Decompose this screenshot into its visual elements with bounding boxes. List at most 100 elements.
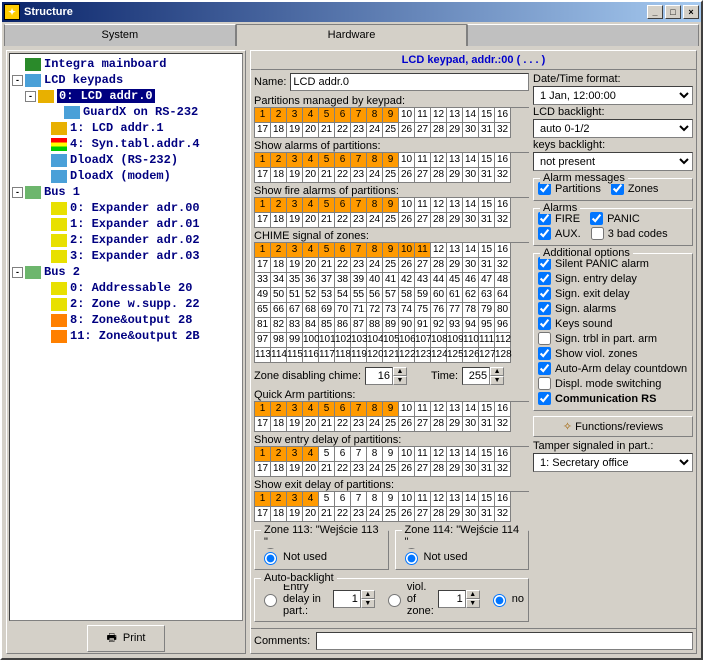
grid-cell[interactable]: 11 <box>415 402 431 417</box>
grid-cell[interactable]: 32 <box>495 417 511 432</box>
grid-cell[interactable]: 124 <box>431 348 447 363</box>
grid-cell[interactable]: 6 <box>335 492 351 507</box>
grid-cell[interactable]: 23 <box>351 462 367 477</box>
grid-cell[interactable]: 6 <box>335 153 351 168</box>
grid-cell[interactable]: 25 <box>383 213 399 228</box>
grid-cell[interactable]: 11 <box>415 108 431 123</box>
tree-node[interactable]: 8: Zone&output 28 <box>10 312 242 328</box>
grid-cell[interactable]: 1 <box>255 492 271 507</box>
grid-cell[interactable]: 5 <box>319 402 335 417</box>
grid-cell[interactable]: 68 <box>303 303 319 318</box>
grid-cell[interactable]: 16 <box>495 492 511 507</box>
grid-cell[interactable]: 32 <box>495 168 511 183</box>
grid-cell[interactable]: 95 <box>479 318 495 333</box>
grid-cell[interactable]: 14 <box>463 402 479 417</box>
grid-cell[interactable]: 4 <box>303 108 319 123</box>
grid-cell[interactable]: 9 <box>383 198 399 213</box>
grid-cell[interactable]: 5 <box>319 108 335 123</box>
tree-node[interactable]: GuardX on RS-232 <box>10 104 242 120</box>
autobl-no[interactable]: no <box>488 591 524 607</box>
grid-cell[interactable]: 106 <box>399 333 415 348</box>
tree-node[interactable]: 1: Expander adr.01 <box>10 216 242 232</box>
grid-cell[interactable]: 10 <box>399 198 415 213</box>
grid-cell[interactable]: 34 <box>271 273 287 288</box>
grid-cell[interactable]: 31 <box>479 123 495 138</box>
grid-cell[interactable]: 27 <box>415 213 431 228</box>
grid-cell[interactable]: 30 <box>463 507 479 522</box>
grid-cell[interactable]: 6 <box>335 402 351 417</box>
grid-cell[interactable]: 117 <box>319 348 335 363</box>
grid-cell[interactable]: 6 <box>335 108 351 123</box>
grid-cell[interactable]: 31 <box>479 168 495 183</box>
grid-cell[interactable]: 4 <box>303 492 319 507</box>
grid-cell[interactable]: 11 <box>415 243 431 258</box>
grid-cell[interactable]: 32 <box>495 258 511 273</box>
option-checkbox[interactable]: Sign. exit delay <box>538 286 688 301</box>
grid-cell[interactable]: 60 <box>431 288 447 303</box>
grid-cell[interactable]: 3 <box>287 492 303 507</box>
grid-cell[interactable]: 126 <box>463 348 479 363</box>
grid-cell[interactable]: 96 <box>495 318 511 333</box>
grid-cell[interactable]: 25 <box>383 258 399 273</box>
grid-cell[interactable]: 15 <box>479 447 495 462</box>
tree-node[interactable]: -Bus 1 <box>10 184 242 200</box>
grid-cell[interactable]: 40 <box>367 273 383 288</box>
grid-cell[interactable]: 45 <box>447 273 463 288</box>
tree-node[interactable]: DloadX (RS-232) <box>10 152 242 168</box>
comments-input[interactable] <box>316 632 693 650</box>
grid-cell[interactable]: 14 <box>463 492 479 507</box>
grid-cell[interactable]: 19 <box>287 123 303 138</box>
grid-cell[interactable]: 25 <box>383 507 399 522</box>
lcdback-select[interactable]: auto 0-1/2 <box>533 119 693 138</box>
grid-cell[interactable]: 28 <box>431 123 447 138</box>
grid-cell[interactable]: 12 <box>431 402 447 417</box>
grid-cell[interactable]: 30 <box>463 417 479 432</box>
grid-cell[interactable]: 21 <box>319 462 335 477</box>
grid-cell[interactable]: 36 <box>303 273 319 288</box>
grid-cell[interactable]: 127 <box>479 348 495 363</box>
grid-cell[interactable]: 49 <box>255 288 271 303</box>
grid-cell[interactable]: 61 <box>447 288 463 303</box>
grid-cell[interactable]: 41 <box>383 273 399 288</box>
grid-cell[interactable]: 53 <box>319 288 335 303</box>
grid-cell[interactable]: 24 <box>367 168 383 183</box>
grid-cell[interactable]: 11 <box>415 492 431 507</box>
grid-cell[interactable]: 44 <box>431 273 447 288</box>
grid-cell[interactable]: 8 <box>367 402 383 417</box>
grid-cell[interactable]: 24 <box>367 507 383 522</box>
grid-cell[interactable]: 104 <box>367 333 383 348</box>
grid-cell[interactable]: 27 <box>415 258 431 273</box>
grid-cell[interactable]: 10 <box>399 153 415 168</box>
grid-cell[interactable]: 7 <box>351 243 367 258</box>
grid-cell[interactable]: 12 <box>431 492 447 507</box>
grid-cell[interactable]: 7 <box>351 198 367 213</box>
grid-cell[interactable]: 20 <box>303 507 319 522</box>
grid-cell[interactable]: 21 <box>319 168 335 183</box>
grid-cell[interactable]: 89 <box>383 318 399 333</box>
autobl-entry[interactable]: Entry delay in part.: <box>259 581 329 617</box>
grid-cell[interactable]: 98 <box>271 333 287 348</box>
grid-cell[interactable]: 113 <box>255 348 271 363</box>
grid-cell[interactable]: 8 <box>367 153 383 168</box>
grid-cell[interactable]: 4 <box>303 402 319 417</box>
zone114-opt2[interactable]: Not used <box>400 549 525 565</box>
grid-cell[interactable]: 114 <box>271 348 287 363</box>
grid-cell[interactable]: 108 <box>431 333 447 348</box>
grid-cell[interactable]: 26 <box>399 213 415 228</box>
selection-grid[interactable]: 1234567891011121314151617181920212223242… <box>254 242 529 363</box>
grid-cell[interactable]: 33 <box>255 273 271 288</box>
tamper-select[interactable]: 1: Secretary office <box>533 453 693 472</box>
grid-cell[interactable]: 9 <box>383 492 399 507</box>
grid-cell[interactable]: 7 <box>351 153 367 168</box>
grid-cell[interactable]: 22 <box>335 123 351 138</box>
grid-cell[interactable]: 26 <box>399 123 415 138</box>
keysback-select[interactable]: not present <box>533 152 693 171</box>
grid-cell[interactable]: 51 <box>287 288 303 303</box>
grid-cell[interactable]: 12 <box>431 447 447 462</box>
time-spin[interactable]: ▲▼ <box>462 367 504 385</box>
grid-cell[interactable]: 92 <box>431 318 447 333</box>
grid-cell[interactable]: 48 <box>495 273 511 288</box>
autobl-viol-spin[interactable]: ▲▼ <box>438 590 480 608</box>
grid-cell[interactable]: 13 <box>447 447 463 462</box>
grid-cell[interactable]: 97 <box>255 333 271 348</box>
